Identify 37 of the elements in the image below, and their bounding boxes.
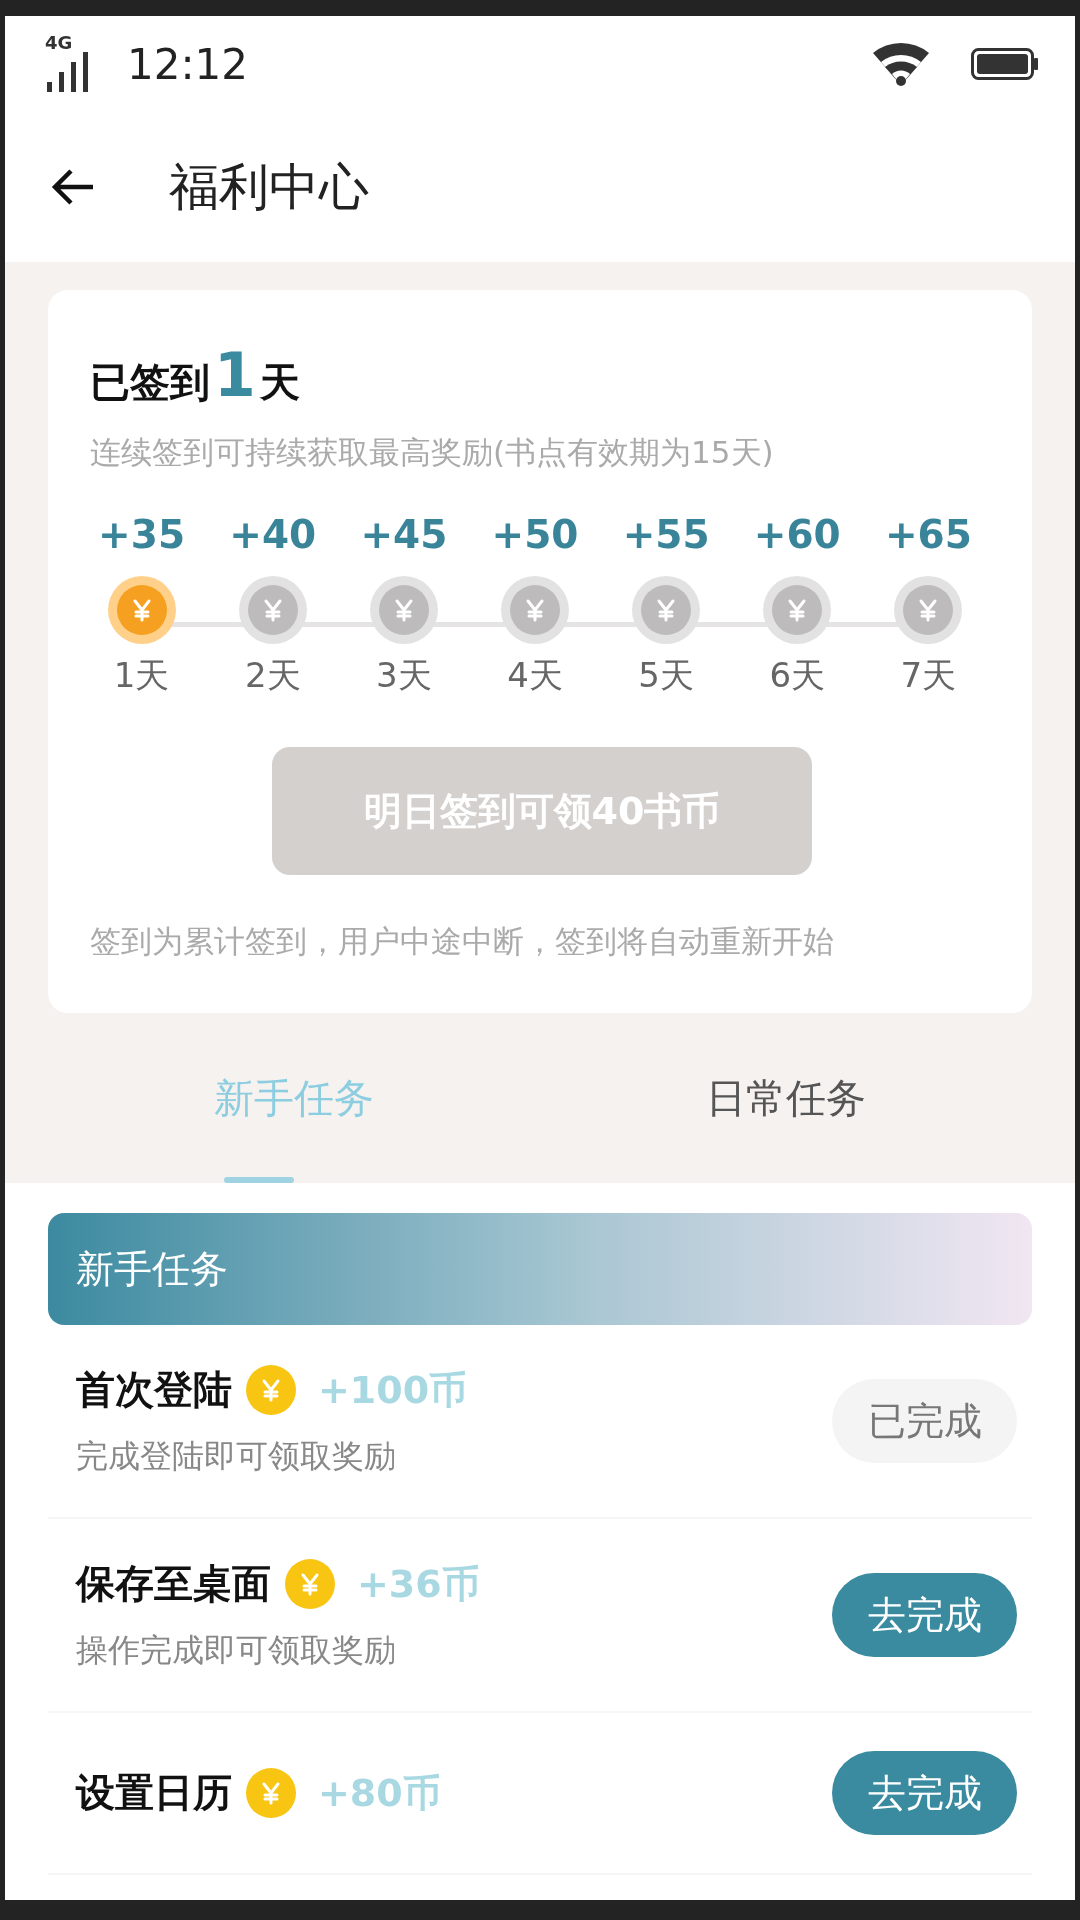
task-description: 完成登陆即可领取奖励 — [76, 1436, 397, 1477]
day-reward: +45 — [360, 512, 448, 557]
status-time: 12:12 — [127, 39, 249, 89]
page-title: 福利中心 — [169, 156, 369, 218]
day-reward: +55 — [622, 512, 710, 557]
network-label: 4G — [45, 32, 73, 53]
task-button[interactable]: 去完成 — [832, 1751, 1017, 1835]
checkin-subtitle: 连续签到可持续获取最高奖励(书点有效期为15天) — [90, 433, 775, 472]
day-reward: +50 — [491, 512, 579, 557]
task-title: 首次登陆 — [76, 1366, 232, 1414]
day-reward: +40 — [229, 512, 317, 557]
checkin-note: 签到为累计签到，用户中途中断，签到将自动重新开始 — [90, 922, 835, 961]
task-reward: +36币 — [357, 1560, 480, 1608]
task-reward: +80币 — [318, 1769, 441, 1817]
task-tab[interactable]: 日常任务 — [540, 1013, 1032, 1183]
task-reward: +100币 — [318, 1366, 468, 1414]
day-label: 7天 — [900, 654, 957, 697]
task-button[interactable]: 去完成 — [832, 1573, 1017, 1657]
task-description: 操作完成即可领取奖励 — [76, 1630, 397, 1671]
coin-icon — [246, 1365, 296, 1415]
section-banner: 新手任务 — [48, 1213, 1032, 1325]
coin-icon — [285, 1559, 335, 1609]
checkin-title: 已签到 1天 — [90, 340, 301, 410]
day-label: 1天 — [113, 654, 170, 697]
day-label: 6天 — [769, 654, 826, 697]
task-title: 保存至桌面 — [76, 1560, 271, 1608]
day-label: 5天 — [638, 654, 694, 697]
day-reward: +35 — [98, 512, 186, 557]
battery-icon — [971, 48, 1039, 80]
day-label: 3天 — [376, 654, 432, 697]
task-title: 设置日历 — [76, 1769, 232, 1817]
task-button[interactable]: 已完成 — [832, 1379, 1017, 1463]
coin-icon — [246, 1768, 296, 1818]
day-reward: +65 — [884, 512, 972, 557]
day-reward: +60 — [753, 512, 841, 557]
day-label: 4天 — [507, 654, 563, 697]
day-label: 2天 — [244, 654, 301, 697]
